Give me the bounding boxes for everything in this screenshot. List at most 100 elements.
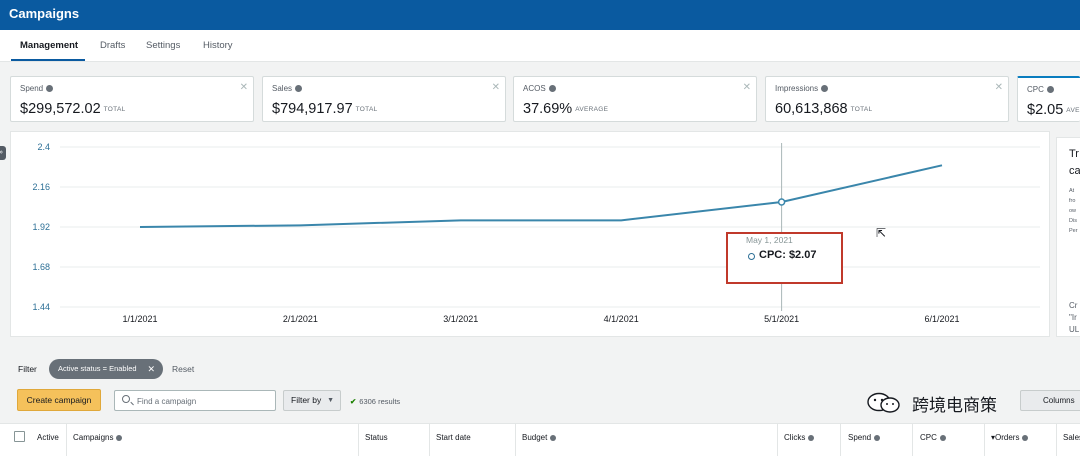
metric-suffix: AVERAGE [575, 106, 609, 113]
x-tick-label: 6/1/2021 [924, 314, 959, 324]
actions-row: Create campaign Filter by ▼ ✔6306 result… [0, 388, 1080, 416]
side-panel-title: Tr ca [1069, 148, 1080, 177]
chart-tooltip: May 1, 2021 CPC: $2.07 [726, 232, 843, 284]
info-icon [1022, 435, 1029, 441]
column-divider [984, 424, 985, 456]
column-header-budget[interactable]: Budget [522, 433, 557, 442]
info-icon [548, 85, 556, 92]
y-tick-label: 1.44 [32, 302, 50, 312]
column-divider [429, 424, 430, 456]
filter-by-dropdown[interactable]: Filter by ▼ [283, 390, 341, 411]
close-icon[interactable]: ✕ [240, 82, 248, 93]
close-icon[interactable]: ✕ [995, 82, 1003, 93]
metric-label: CPC [1027, 85, 1044, 94]
column-divider [777, 424, 778, 456]
metric-suffix: TOTAL [355, 106, 378, 113]
column-header-active[interactable]: Active [37, 433, 59, 442]
info-icon [46, 85, 54, 92]
column-header-status[interactable]: Status [365, 433, 388, 442]
column-header-spend[interactable]: Spend [848, 433, 881, 442]
y-tick-label: 2.16 [32, 182, 50, 192]
filter-row: Filter Active status = Enabled ✕ Reset [0, 352, 1080, 382]
search-box [114, 390, 276, 411]
column-header-start-date[interactable]: Start date [436, 433, 471, 442]
metric-value: 37.69% [523, 101, 573, 117]
metric-value: $794,917.97 [272, 101, 353, 117]
cpc-line-chart: 2.4 2.16 1.92 1.68 1.44 1/1/2021 2/1/2021 3/1/2… [32, 142, 1040, 324]
watermark-text: 跨境电商策 [912, 396, 997, 416]
column-header-label: Clicks [784, 433, 806, 442]
info-icon [808, 435, 815, 441]
info-icon [550, 435, 557, 441]
column-header-campaigns[interactable]: Campaigns [73, 433, 123, 442]
tab-drafts[interactable]: Drafts [100, 40, 125, 51]
results-count: 6306 results [359, 397, 401, 406]
column-header-orders[interactable]: ▾Orders [991, 433, 1029, 442]
metric-suffix: TOTAL [103, 106, 126, 113]
y-tick-label: 1.92 [32, 222, 50, 232]
column-divider [840, 424, 841, 456]
series-marker-icon [748, 253, 755, 260]
filter-label: Filter [18, 364, 37, 374]
columns-button[interactable]: Columns [1020, 390, 1080, 411]
metric-label: ACOS [523, 84, 546, 93]
column-divider [1056, 424, 1057, 456]
search-input[interactable] [137, 394, 267, 408]
metric-card-spend[interactable]: Spend $299,572.02 TOTAL ✕ [10, 76, 254, 122]
tooltip-value: CPC: $2.07 [759, 249, 817, 261]
column-header-cpc[interactable]: CPC [920, 433, 946, 442]
y-tick-label: 2.4 [37, 142, 50, 152]
active-status-filter-pill[interactable]: Active status = Enabled ✕ [49, 359, 163, 379]
metric-label: Impressions [775, 84, 819, 93]
metric-card-impressions[interactable]: Impressions 60,613,868 TOTAL ✕ [765, 76, 1009, 122]
column-divider [515, 424, 516, 456]
info-icon [939, 435, 946, 441]
info-icon [116, 435, 123, 441]
column-divider [66, 424, 67, 456]
x-tick-label: 4/1/2021 [604, 314, 639, 324]
app-title: Campaigns [9, 6, 80, 21]
filter-by-label: Filter by [291, 395, 322, 405]
create-campaign-button[interactable]: Create campaign [17, 389, 101, 411]
metric-value: $299,572.02 [20, 101, 101, 117]
metric-value: $2.05 [1027, 102, 1064, 118]
side-panel: Tr ca At fro ow Dis Per Cr "Ir UL [1056, 137, 1080, 337]
check-icon: ✔ [350, 397, 357, 406]
metric-card-acos[interactable]: ACOS 37.69% AVERAGE ✕ [513, 76, 757, 122]
column-header-label: Campaigns [73, 433, 114, 442]
tab-history[interactable]: History [203, 40, 233, 51]
tab-management[interactable]: Management [20, 40, 78, 51]
close-icon[interactable]: ✕ [492, 82, 500, 93]
column-header-label: Orders [995, 433, 1020, 442]
column-divider [912, 424, 913, 456]
close-icon[interactable]: ✕ [743, 82, 751, 93]
reset-link[interactable]: Reset [172, 364, 194, 374]
series-line [139, 164, 943, 228]
column-header-label: Spend [848, 433, 872, 442]
caret-down-icon: ▼ [327, 397, 334, 404]
active-tab-indicator [11, 59, 85, 61]
column-divider [358, 424, 359, 456]
column-header-clicks[interactable]: Clicks [784, 433, 815, 442]
close-icon[interactable]: ✕ [147, 359, 155, 379]
select-all-checkbox[interactable] [14, 431, 25, 442]
y-tick-label: 1.68 [32, 262, 50, 272]
tab-bar: Management Drafts Settings History [0, 30, 1080, 62]
data-point [777, 198, 786, 206]
info-icon [874, 435, 881, 441]
metric-label: Sales [272, 84, 293, 93]
metric-suffix: AVE [1066, 107, 1080, 114]
tab-settings[interactable]: Settings [146, 40, 180, 51]
mouse-cursor-icon: ⇱ [876, 226, 887, 240]
info-icon [1046, 86, 1054, 93]
metric-card-sales[interactable]: Sales $794,917.97 TOTAL ✕ [262, 76, 506, 122]
metric-value: 60,613,868 [775, 101, 848, 117]
side-panel-footer: Cr "Ir UL [1069, 301, 1080, 334]
info-icon [295, 85, 303, 92]
column-header-sales[interactable]: Sales [1063, 433, 1080, 442]
top-bar: Campaigns [0, 0, 1080, 30]
filter-pill-label: Active status = Enabled [58, 364, 137, 373]
column-header-label: CPC [920, 433, 937, 442]
metric-card-cpc[interactable]: CPC $2.05 AVE [1017, 76, 1080, 122]
x-tick-label: 2/1/2021 [283, 314, 318, 324]
